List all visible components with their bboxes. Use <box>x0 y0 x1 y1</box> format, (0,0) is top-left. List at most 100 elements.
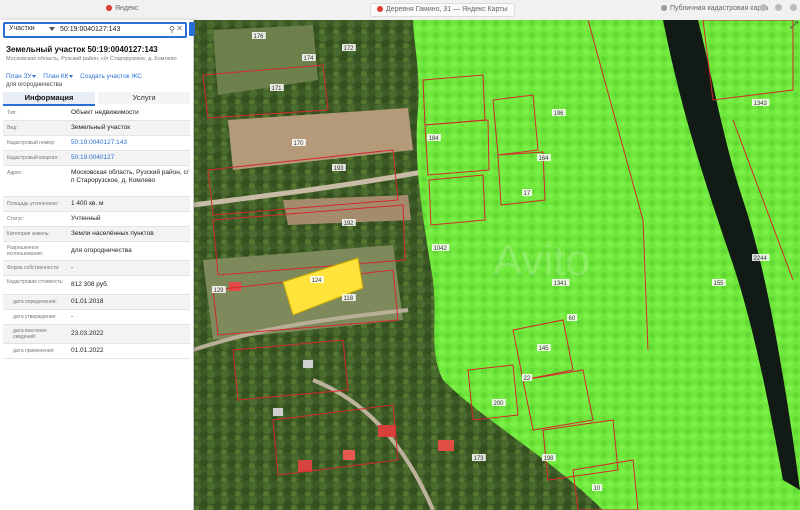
building-roof <box>343 450 355 460</box>
row-value: 01.01.2018 <box>71 298 104 305</box>
row-key: Кадастровый номер: <box>7 140 56 146</box>
parcel-label[interactable]: 170 <box>294 141 305 147</box>
parcel-label[interactable]: 22 <box>524 376 531 382</box>
table-row: Площадь уточненная: 1 400 кв. м <box>3 197 190 212</box>
parcel-label[interactable]: 155 <box>714 281 725 287</box>
table-row: дата утверждения: - <box>3 310 190 325</box>
parcel-label[interactable]: 60 <box>569 316 576 322</box>
row-key: дата определения: <box>13 299 57 305</box>
table-row: Категория земель: Земли населённых пункт… <box>3 227 190 242</box>
cadastral-quarter-link[interactable]: 50:19:0040127 <box>71 154 189 162</box>
row-value: 23.03.2022 <box>71 330 104 337</box>
parcel-label[interactable]: 200 <box>494 401 505 407</box>
row-value: - <box>71 264 74 271</box>
table-row: Кадастровая стоимость: 812 308 руб. <box>3 276 190 295</box>
window-control-icon[interactable] <box>760 4 767 11</box>
parcel-label[interactable]: 17 <box>524 191 531 197</box>
close-icon[interactable]: ✕ <box>176 24 183 33</box>
browser-tab-label: Деревня Гамино, 31 — Яндекс Карты <box>386 6 508 13</box>
parcel-label[interactable]: 173 <box>474 456 485 462</box>
parcel-label[interactable]: 124 <box>312 278 323 284</box>
search-type-select[interactable]: Участки <box>9 25 35 32</box>
parcel-label[interactable]: 192 <box>344 221 355 227</box>
tab-services[interactable]: Услуги <box>98 92 190 104</box>
link-label: Создать участок ЖС <box>80 73 142 80</box>
row-key: Адрес: <box>7 170 23 176</box>
row-key: Статус: <box>7 216 25 222</box>
parcel-label[interactable]: 193 <box>334 166 345 172</box>
window-control-icon[interactable] <box>775 4 782 11</box>
row-value: 01.01.2022 <box>71 347 104 354</box>
search-box[interactable]: Участки ⚲ ✕ <box>3 22 187 38</box>
maps-favicon-icon <box>377 6 383 13</box>
browser-tab-yandex[interactable]: Яндекс <box>100 3 145 15</box>
search-input[interactable] <box>60 24 160 35</box>
info-panel: Участки ⚲ ✕ Земельный участок 50:19:0040… <box>0 20 194 510</box>
parcel-label[interactable]: 174 <box>304 56 315 62</box>
table-row: Форма собственности: - <box>3 261 190 276</box>
row-value: 1 400 кв. м <box>71 200 104 207</box>
yandex-favicon-icon <box>106 5 112 12</box>
browser-tab-strip: Яндекс Деревня Гамино, 31 — Яндекс Карты… <box>0 0 800 21</box>
row-key: дата внесения сведений: <box>13 328 47 340</box>
row-value: Учтенный <box>71 215 101 222</box>
table-row: дата применения: 01.01.2022 <box>3 344 190 359</box>
expand-icon[interactable]: ⤢ <box>790 20 798 31</box>
cadastral-map[interactable]: Avito 176 174 172 171 170 193 192 129 124 118 184 1… <box>193 20 800 510</box>
parcel-label[interactable]: 129 <box>214 288 225 294</box>
chevron-down-icon[interactable] <box>49 27 55 31</box>
tab-info[interactable]: Информация <box>3 92 95 106</box>
row-key: Категория земель: <box>7 231 50 237</box>
parcel-label[interactable]: 198 <box>544 456 555 462</box>
chevron-down-icon <box>69 74 74 78</box>
building-roof <box>378 425 396 437</box>
cadastral-number-link[interactable]: 50:19:0040127:143 <box>71 139 189 147</box>
plan-kk-link[interactable]: План КК <box>43 73 74 80</box>
table-row: Разрешенное использование: для огороднич… <box>3 242 190 261</box>
row-value: Объект недвижимости <box>71 109 139 116</box>
plan-zu-link[interactable]: План ЗУ <box>6 73 37 80</box>
row-key: дата применения: <box>13 348 55 354</box>
row-value: Земельный участок <box>71 124 131 131</box>
window-control-icon[interactable] <box>790 4 797 11</box>
parcel-label[interactable]: 10 <box>594 486 601 492</box>
building-roof <box>229 282 241 291</box>
parcel-label[interactable]: 145 <box>539 346 550 352</box>
row-key: Вид: <box>7 125 18 131</box>
browser-tab-maps[interactable]: Деревня Гамино, 31 — Яндекс Карты <box>370 3 515 17</box>
parcel-label[interactable]: 118 <box>344 296 354 302</box>
parcel-label[interactable]: 164 <box>539 156 550 162</box>
object-purpose: для огородничества <box>6 82 63 88</box>
object-title: Земельный участок 50:19:0040127:143 <box>6 45 158 54</box>
row-key: Тип: <box>7 110 17 116</box>
table-row: Вид: Земельный участок <box>3 121 190 136</box>
row-key: Кадастровая стоимость: <box>7 279 64 285</box>
parcel-label[interactable]: 1341 <box>554 281 568 287</box>
row-key: Площадь уточненная: <box>7 201 59 207</box>
parcel-label[interactable]: 184 <box>429 136 440 142</box>
map-canvas[interactable]: Avito 176 174 172 171 170 193 192 129 124 118 184 1… <box>193 20 800 510</box>
row-key: Разрешенное использование: <box>7 245 44 257</box>
create-parcel-link[interactable]: Создать участок ЖС <box>80 73 142 80</box>
row-value: Земли населённых пунктов <box>71 230 154 237</box>
table-row: Тип: Объект недвижимости <box>3 106 190 121</box>
browser-tab-cadastre[interactable]: Публичная кадастровая карта <box>655 3 774 15</box>
parcel-label[interactable]: 172 <box>344 46 355 52</box>
parcel-label[interactable]: 1343 <box>754 101 768 107</box>
search-icon[interactable]: ⚲ <box>169 25 175 34</box>
table-row: дата определения: 01.01.2018 <box>3 295 190 310</box>
panel-collapse-handle[interactable] <box>189 22 195 36</box>
parcel-label[interactable]: 196 <box>554 111 565 117</box>
parcel-label[interactable]: 1042 <box>434 246 448 252</box>
chevron-down-icon <box>32 74 37 78</box>
attribute-table: Тип: Объект недвижимости Вид: Земельный … <box>3 106 190 359</box>
parcel-label[interactable]: 2244 <box>754 256 768 262</box>
object-address: Московская область, Рузский район, с/п С… <box>6 56 177 62</box>
row-value: - <box>71 313 74 320</box>
object-links: План ЗУ План КК Создать участок ЖС <box>6 73 147 80</box>
row-value: 812 308 руб. <box>71 281 109 288</box>
cadastre-favicon-icon <box>661 5 667 12</box>
parcel-label[interactable]: 171 <box>272 86 283 92</box>
watermark: Avito <box>493 236 590 285</box>
parcel-label[interactable]: 176 <box>254 34 265 40</box>
